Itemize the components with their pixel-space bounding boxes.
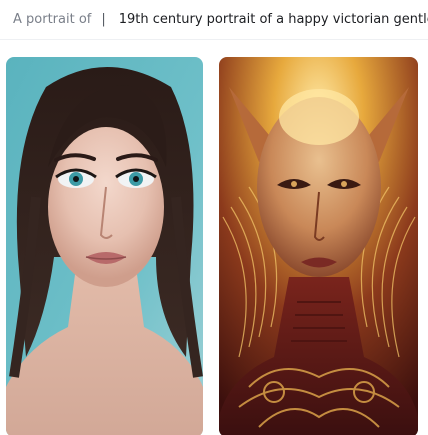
prompt-bar[interactable]: A portrait of | 19th century portrait of… bbox=[0, 0, 428, 40]
page: A portrait of | 19th century portrait of… bbox=[0, 0, 428, 435]
portrait-golden-image bbox=[219, 57, 418, 435]
prompt-divider: | bbox=[101, 12, 106, 27]
gallery-image-golden-figure[interactable] bbox=[219, 57, 418, 435]
portrait-woman-image bbox=[6, 57, 203, 435]
prompt-text[interactable]: 19th century portrait of a happy victori… bbox=[119, 12, 428, 27]
gallery-image-portrait-woman[interactable] bbox=[6, 57, 203, 435]
prompt-prefix: A portrait of bbox=[13, 12, 92, 27]
